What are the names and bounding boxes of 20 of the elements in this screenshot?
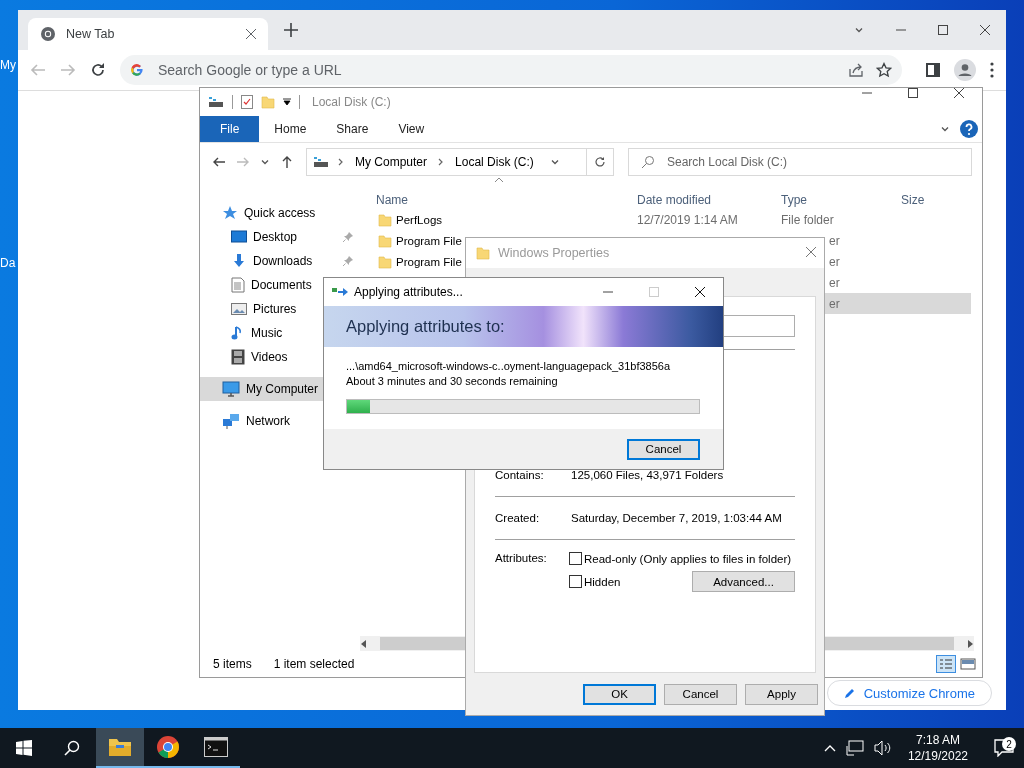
field-value: Saturday, December 7, 2019, 1:03:44 AM xyxy=(571,512,782,524)
field-label: Attributes: xyxy=(495,552,548,565)
window-title: Local Disk (C:) xyxy=(312,95,391,109)
table-cell: File folder xyxy=(781,212,834,227)
table-cell: PerfLogs xyxy=(396,213,443,226)
file-path: ...\amd64_microsoft-windows-c..oyment-languagepack_31bf3856a xyxy=(346,359,672,374)
table-cell: er xyxy=(829,254,840,269)
table-cell: Program File xyxy=(396,234,462,247)
field-value: 125,060 Files, 43,971 Folders xyxy=(571,469,724,481)
dialog-title: Applying attributes... xyxy=(354,285,463,299)
table-cell: 12/7/2019 1:14 AM xyxy=(637,212,738,227)
status-text: 5 items xyxy=(213,657,252,671)
window-title: Windows Properties xyxy=(498,246,610,260)
status-text: 1 item selected xyxy=(273,657,355,671)
dialog-heading: Applying attributes to: xyxy=(346,317,505,336)
field-label: Contains: xyxy=(495,469,545,481)
table-cell: er xyxy=(829,233,840,248)
table-cell: Program File xyxy=(396,255,462,268)
field-label: Created: xyxy=(495,512,541,524)
table-cell: er xyxy=(829,296,840,311)
